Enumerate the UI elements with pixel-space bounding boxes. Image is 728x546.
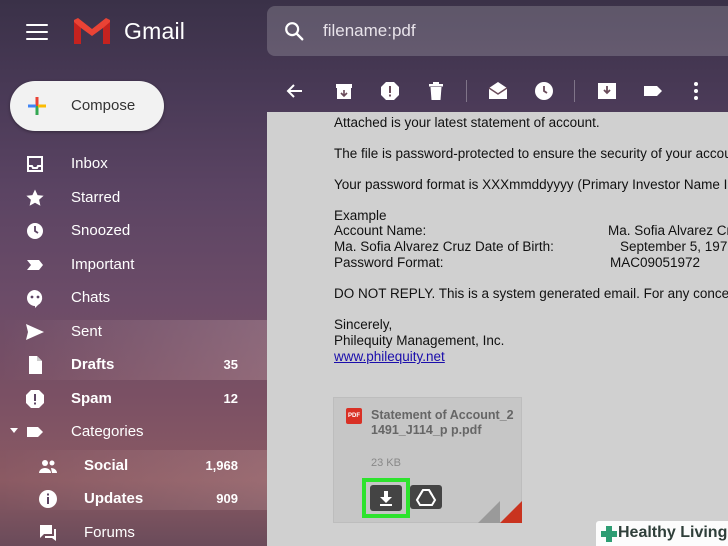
chat-icon	[27, 290, 43, 308]
sidebar-nav: Inbox Starred Snoozed Important Chats Se…	[0, 147, 260, 546]
sidebar-item-label: Important	[71, 255, 135, 273]
download-button[interactable]	[370, 485, 402, 511]
sidebar-item-chats[interactable]: Chats	[0, 281, 260, 315]
people-icon	[39, 459, 57, 473]
gmail-logo[interactable]	[72, 16, 112, 46]
cross-logo-icon	[601, 526, 617, 542]
signoff: Sincerely,	[334, 317, 393, 332]
example-value: September 5, 1972	[620, 239, 728, 254]
sidebar-item-count: 909	[216, 491, 238, 506]
email-body-line: Your password format is XXXmmddyyyy (Pri…	[334, 177, 728, 192]
sidebar-item-sent[interactable]: Sent	[0, 315, 260, 349]
attachment-card[interactable]: PDF Statement of Account_21491_J114_p p.…	[333, 397, 522, 523]
page-fold-corner	[500, 501, 522, 523]
example-key: Password Format:	[334, 255, 444, 270]
sidebar-item-categories[interactable]: Categories	[0, 415, 260, 449]
sidebar-item-label: Sent	[71, 322, 102, 340]
website-link[interactable]: www.philequity.net	[334, 349, 445, 365]
sidebar-item-updates[interactable]: Updates 909	[0, 482, 260, 516]
page-fold	[478, 501, 500, 523]
toolbar-divider	[466, 80, 467, 102]
save-to-drive-button[interactable]	[410, 485, 442, 509]
forum-icon	[40, 524, 56, 541]
app-name: Gmail	[124, 18, 186, 44]
back-arrow-icon[interactable]	[283, 80, 305, 102]
top-bar: Gmail	[0, 0, 728, 64]
download-icon	[380, 491, 392, 506]
attachment-filename: Statement of Account_21491_J114_p p.pdf	[371, 408, 514, 437]
sidebar-item-count: 12	[223, 390, 238, 406]
pdf-file-icon: PDF	[346, 408, 362, 424]
move-to-icon[interactable]	[596, 80, 618, 102]
search-bar[interactable]	[267, 6, 728, 56]
label-icon	[27, 427, 43, 437]
sidebar-item-label: Drafts	[71, 356, 115, 373]
report-spam-icon[interactable]	[379, 80, 401, 102]
email-body-panel: Attached is your latest statement of acc…	[267, 112, 728, 546]
noreply-notice: DO NOT REPLY. This is a system generated…	[334, 286, 728, 301]
sidebar-item-label: Inbox	[71, 155, 108, 172]
clock-icon	[27, 223, 43, 239]
sidebar-item-starred[interactable]: Starred	[0, 181, 260, 215]
sidebar-item-label: Spam	[71, 389, 112, 407]
sidebar-item-spam[interactable]: Spam 12	[0, 382, 260, 416]
sidebar-item-label: Snoozed	[71, 222, 131, 239]
label-icon[interactable]	[642, 80, 664, 102]
inbox-icon	[27, 156, 43, 172]
expand-caret-icon[interactable]	[10, 428, 18, 433]
important-icon	[27, 259, 43, 270]
plus-icon	[28, 97, 46, 115]
star-icon	[26, 189, 44, 206]
attachment-size: 23 KB	[371, 457, 401, 469]
message-toolbar	[267, 70, 728, 112]
toolbar-divider	[574, 80, 575, 102]
sidebar-item-label: Chats	[71, 289, 111, 306]
sidebar-item-count: 1,968	[205, 457, 238, 473]
draft-icon	[29, 356, 42, 374]
company-name: Philequity Management, Inc.	[334, 333, 505, 348]
example-key: Ma. Sofia Alvarez Cruz Date of Birth:	[334, 239, 554, 254]
example-value: MAC09051972	[610, 255, 701, 270]
sidebar-item-label: Updates	[84, 490, 144, 507]
compose-label: Compose	[71, 97, 136, 114]
mark-unread-icon[interactable]	[487, 80, 509, 102]
sidebar-item-social[interactable]: Social 1,968	[0, 449, 260, 483]
sidebar-item-inbox[interactable]: Inbox	[0, 147, 260, 181]
sidebar-item-snoozed[interactable]: Snoozed	[0, 214, 260, 248]
watermark-text: Healthy Living	[618, 524, 728, 541]
sidebar-item-count: 35	[223, 357, 238, 372]
sidebar-item-label: Categories	[71, 423, 144, 440]
search-icon[interactable]	[283, 20, 305, 42]
watermark: Healthy Living	[596, 521, 728, 546]
email-body-line: Attached is your latest statement of acc…	[334, 115, 600, 130]
example-key: Account Name:	[334, 223, 427, 238]
delete-icon[interactable]	[425, 80, 447, 102]
info-icon	[39, 490, 57, 508]
compose-button[interactable]: Compose	[10, 81, 164, 131]
archive-icon[interactable]	[333, 80, 355, 102]
more-options-icon[interactable]	[685, 80, 707, 102]
sidebar-item-label: Forums	[84, 523, 135, 541]
sidebar-item-drafts[interactable]: Drafts 35	[0, 348, 260, 382]
sidebar-item-label: Starred	[71, 188, 121, 206]
spam-icon	[26, 389, 44, 408]
google-drive-icon	[415, 489, 437, 506]
main-menu-icon[interactable]	[26, 24, 48, 40]
email-body-line: The file is password-protected to ensure…	[334, 146, 728, 161]
email-body-line: Example	[334, 208, 387, 223]
sidebar-item-forums[interactable]: Forums	[0, 516, 260, 546]
search-input[interactable]	[323, 18, 703, 44]
snooze-icon[interactable]	[533, 80, 555, 102]
example-value: Ma. Sofia Alvarez Cruz	[608, 223, 728, 238]
sidebar-item-label: Social	[84, 456, 129, 474]
sidebar-item-important[interactable]: Important	[0, 248, 260, 282]
send-icon	[26, 323, 44, 340]
